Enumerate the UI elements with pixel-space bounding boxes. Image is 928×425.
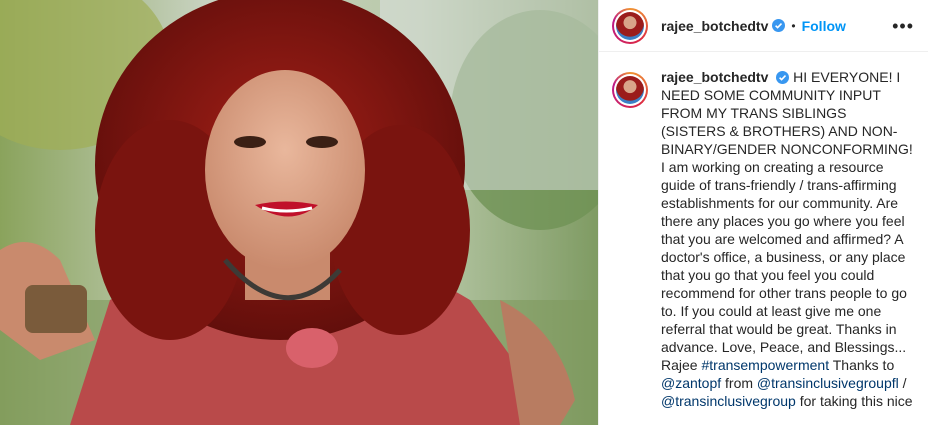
avatar-image bbox=[616, 11, 644, 40]
post-photo[interactable] bbox=[0, 0, 598, 425]
caption-body-3: from bbox=[725, 375, 754, 391]
follow-button[interactable]: Follow bbox=[802, 18, 846, 34]
mention-link-transinclusivegroupfl[interactable]: @transinclusivegroupfl bbox=[757, 375, 899, 391]
caption-body-2: Thanks to bbox=[832, 357, 895, 373]
caption-body-4: / bbox=[902, 375, 907, 391]
caption-text: rajee_botchedtv HI EVERYONE! I NEED SOME… bbox=[661, 68, 914, 410]
username-link[interactable]: rajee_botchedtv bbox=[661, 18, 768, 34]
caption-avatar[interactable] bbox=[612, 72, 648, 108]
more-options-icon[interactable]: ••• bbox=[892, 17, 914, 35]
verified-badge-icon bbox=[776, 71, 790, 84]
caption-body-5: for taking this nice bbox=[799, 393, 913, 409]
avatar[interactable] bbox=[612, 7, 648, 44]
hashtag-link[interactable]: #transempowerment bbox=[701, 357, 829, 373]
caption-username-link[interactable]: rajee_botchedtv bbox=[661, 69, 768, 85]
caption: rajee_botchedtv HI EVERYONE! I NEED SOME… bbox=[599, 52, 928, 410]
separator-dot: • bbox=[791, 18, 796, 33]
post-sidebar: rajee_botchedtv • Follow ••• rajee_botch… bbox=[598, 0, 928, 425]
post-header: rajee_botchedtv • Follow ••• bbox=[599, 0, 928, 52]
caption-body: HI EVERYONE! I NEED SOME COMMUNITY INPUT… bbox=[661, 69, 913, 373]
avatar-image bbox=[616, 76, 644, 104]
post-image bbox=[0, 0, 598, 425]
verified-badge-icon bbox=[772, 19, 786, 32]
mention-link-transinclusivegroup[interactable]: @transinclusivegroup bbox=[661, 393, 796, 409]
mention-link-zantopf[interactable]: @zantopf bbox=[661, 375, 721, 391]
